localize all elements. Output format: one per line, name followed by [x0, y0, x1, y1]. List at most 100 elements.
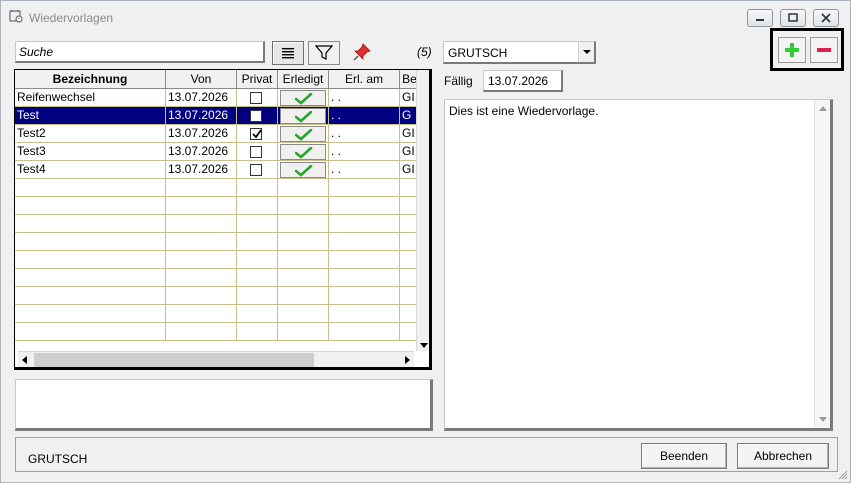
cell-privat [237, 179, 278, 197]
erledigt-button[interactable] [280, 126, 326, 142]
privat-checkbox[interactable] [250, 92, 262, 104]
table-row[interactable]: Reifenwechsel 13.07.2026 . . GI [15, 89, 416, 107]
cell-erl-am: . . [329, 89, 400, 107]
empty-table-row [15, 215, 416, 233]
cell-be: GI [400, 161, 416, 179]
faellig-date-field[interactable]: 13.07.2026 [483, 70, 563, 92]
cell-bezeichnung [15, 251, 166, 269]
cell-erl-am: . . [329, 161, 400, 179]
erledigt-button[interactable] [280, 144, 326, 160]
cell-privat [237, 269, 278, 287]
cell-privat [237, 323, 278, 341]
abbrechen-button[interactable]: Abbrechen [737, 443, 829, 469]
user-select[interactable]: GRUTSCH [443, 41, 596, 64]
cell-bezeichnung: Reifenwechsel [15, 89, 166, 107]
notes-area[interactable] [15, 379, 433, 431]
cell-von [166, 305, 237, 323]
cell-erledigt [278, 215, 329, 233]
cell-erl-am: . . [329, 143, 400, 161]
cell-von [166, 215, 237, 233]
cell-be: GI [400, 125, 416, 143]
privat-checkbox[interactable] [250, 146, 262, 158]
title-bar: Wiedervorlagen [1, 1, 850, 31]
horizontal-scrollbar[interactable] [18, 351, 414, 367]
empty-table-row [15, 287, 416, 305]
description-memo[interactable]: Dies ist eine Wiedervorlage. [444, 99, 833, 431]
minimize-icon [756, 19, 764, 21]
memo-vertical-scrollbar[interactable] [814, 100, 830, 427]
horizontal-scroll-thumb[interactable] [34, 353, 314, 367]
cell-bezeichnung [15, 233, 166, 251]
cell-be [400, 269, 416, 287]
cell-be [400, 305, 416, 323]
search-input[interactable]: Suche [15, 41, 265, 63]
scroll-down-icon[interactable] [420, 341, 428, 349]
scroll-right-icon[interactable] [403, 356, 411, 364]
scroll-left-icon[interactable] [21, 356, 29, 364]
cell-bezeichnung: Test [15, 107, 166, 125]
filter-button[interactable] [308, 41, 340, 65]
remove-button[interactable] [810, 37, 838, 63]
cell-be: G [400, 107, 416, 125]
cell-erl-am [329, 179, 400, 197]
cell-von [166, 233, 237, 251]
cell-erl-am [329, 215, 400, 233]
list-view-button[interactable] [272, 41, 304, 65]
col-header-von[interactable]: Von [166, 70, 237, 89]
cell-erledigt [278, 269, 329, 287]
cell-privat [237, 305, 278, 323]
table-row[interactable]: Test4 13.07.2026 . . GI [15, 161, 416, 179]
chevron-down-icon[interactable] [578, 42, 594, 62]
col-header-erl-am[interactable]: Erl. am [329, 70, 400, 89]
erledigt-button[interactable] [280, 90, 326, 106]
cell-bezeichnung [15, 323, 166, 341]
scroll-down-icon[interactable] [819, 415, 827, 423]
cell-privat [237, 143, 278, 161]
cell-erl-am: . . [329, 107, 400, 125]
table-row[interactable]: Test2 13.07.2026 . . GI [15, 125, 416, 143]
beenden-button[interactable]: Beenden [641, 443, 727, 469]
scroll-up-icon[interactable] [819, 105, 827, 113]
cell-be [400, 215, 416, 233]
privat-checkbox[interactable] [250, 164, 262, 176]
col-header-bezeichnung[interactable]: Bezeichnung [15, 70, 166, 89]
add-button[interactable] [778, 37, 806, 63]
erledigt-button[interactable] [280, 162, 326, 178]
table-row[interactable]: Test3 13.07.2026 . . GI [15, 143, 416, 161]
abbrechen-label: Abbrechen [753, 449, 813, 463]
cell-erledigt [278, 179, 329, 197]
privat-checkbox[interactable] [250, 110, 262, 122]
resize-grip-icon[interactable] [838, 470, 848, 480]
maximize-button[interactable] [780, 9, 806, 27]
cell-erl-am [329, 287, 400, 305]
cell-von [166, 179, 237, 197]
beenden-label: Beenden [659, 449, 709, 463]
cell-privat [237, 215, 278, 233]
close-button[interactable] [813, 9, 839, 27]
col-header-be[interactable]: Be [400, 70, 416, 89]
privat-checkbox[interactable] [250, 128, 262, 140]
col-header-privat[interactable]: Privat [237, 70, 278, 89]
wiedervorlagen-grid: Bezeichnung Von Privat Erledigt Erl. am … [14, 69, 432, 370]
close-icon [821, 13, 831, 23]
cell-bezeichnung: Test4 [15, 161, 166, 179]
faellig-label: Fällig [444, 74, 473, 88]
col-header-erledigt[interactable]: Erledigt [278, 70, 329, 89]
cell-erledigt [278, 107, 329, 125]
minimize-button[interactable] [747, 9, 773, 27]
table-row[interactable]: Test 13.07.2026 . .G [15, 107, 416, 125]
cell-von: 13.07.2026 [166, 107, 237, 125]
green-check-icon [295, 147, 313, 159]
cell-von: 13.07.2026 [166, 125, 237, 143]
cell-bezeichnung: Test3 [15, 143, 166, 161]
erledigt-button[interactable] [280, 108, 326, 124]
cell-be [400, 197, 416, 215]
vertical-scrollbar[interactable] [416, 70, 429, 351]
filter-icon [315, 45, 333, 60]
cell-be [400, 287, 416, 305]
wiedervorlagen-window: Wiedervorlagen Suche (5) GRUTSCH Bezeich… [0, 0, 851, 483]
pin-icon[interactable] [352, 42, 372, 62]
cell-bezeichnung [15, 269, 166, 287]
cell-erledigt [278, 251, 329, 269]
cell-be [400, 251, 416, 269]
